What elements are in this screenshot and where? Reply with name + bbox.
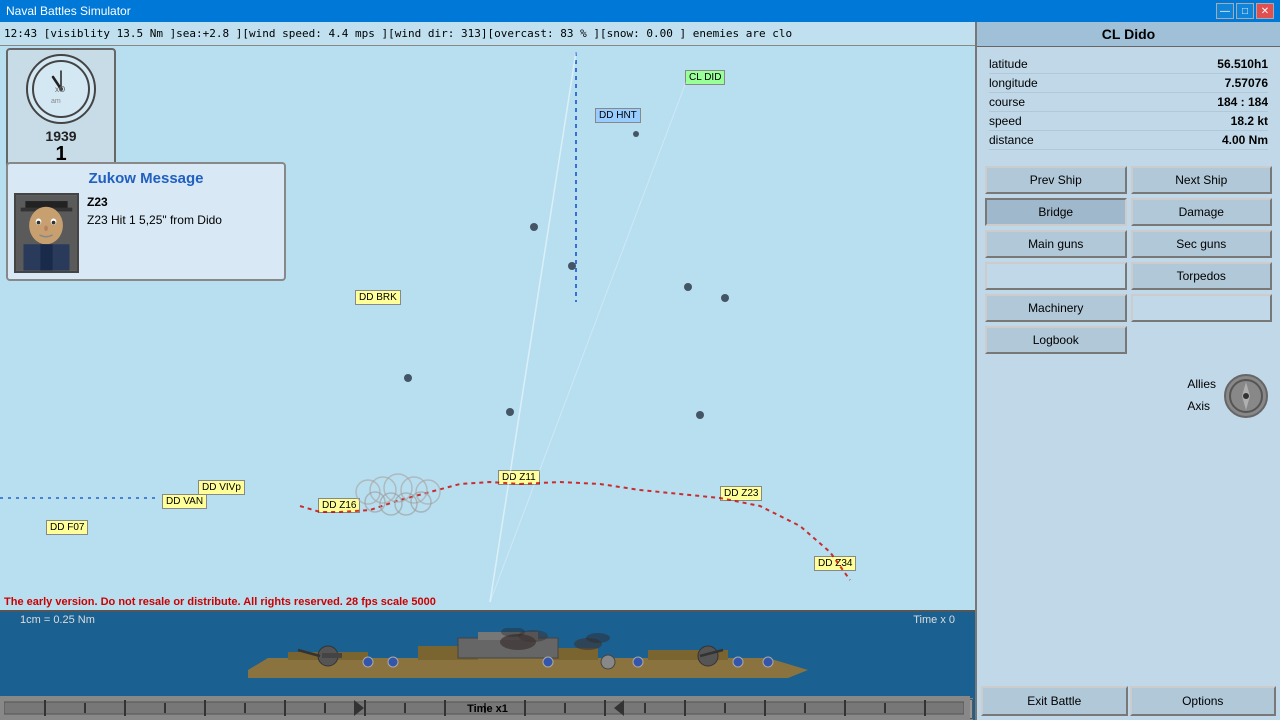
latitude-value: 56.510h1 [1217,57,1268,71]
logbook-button[interactable]: Logbook [985,326,1127,354]
titlebar-controls: — □ ✕ [1216,3,1274,19]
zukow-message: Z23 Hit 1 5,25" from Dido [87,211,222,229]
minimize-button[interactable]: — [1216,3,1234,19]
stat-longitude: longitude 7.57076 [989,74,1268,93]
next-ship-button[interactable]: Next Ship [1131,166,1273,194]
titlebar: Naval Battles Simulator — □ ✕ [0,0,1280,22]
ship-label-dd-hnt[interactable]: DD HNT [595,108,641,123]
close-button[interactable]: ✕ [1256,3,1274,19]
titlebar-title: Naval Battles Simulator [6,4,131,18]
zukow-ship-name: Z23 [87,193,222,211]
main-layout: 12:43 [visiblity 13.5 Nm ]sea:+2.8 ][win… [0,22,1280,720]
time-label: Time x 0 [913,614,955,626]
ship-label-dd-z34[interactable]: DD Z34 [814,556,856,571]
svg-text:am: am [51,98,61,105]
damage-button[interactable]: Damage [1131,198,1273,226]
empty-slot-3 [1131,326,1273,354]
machinery-button[interactable]: Machinery [985,294,1127,322]
main-guns-button[interactable]: Main guns [985,230,1127,258]
zukow-text: Z23 Z23 Hit 1 5,25" from Dido [87,193,222,229]
clock-svg: xO am [31,59,91,119]
empty-slot-2 [1131,294,1273,322]
speed-label: speed [989,114,1022,128]
ship-view [168,628,808,698]
options-button[interactable]: Options [1130,686,1277,716]
ship-label-dd-vivp[interactable]: DD VIVp [198,480,245,495]
axis-label: Axis [1187,396,1216,418]
maximize-button[interactable]: □ [1236,3,1254,19]
prev-ship-button[interactable]: Prev Ship [985,166,1127,194]
speed-value: 18.2 kt [1231,114,1268,128]
map-container[interactable]: 12:43 [visiblity 13.5 Nm ]sea:+2.8 ][win… [0,22,975,720]
copyright-text: The early version. Do not resale or dist… [4,596,436,608]
contacts-svg [0,22,970,602]
svg-text:xO: xO [55,85,65,94]
zukow-panel: Zukow Message [6,162,286,281]
allies-label: Allies [1187,374,1216,396]
allies-axis-labels: Allies Axis [1187,374,1216,417]
status-bar: 12:43 [visiblity 13.5 Nm ]sea:+2.8 ][win… [0,22,975,46]
zukow-avatar [14,193,79,273]
sec-guns-button[interactable]: Sec guns [1131,230,1273,258]
longitude-value: 7.57076 [1225,76,1268,90]
ship-label-dd-z11[interactable]: DD Z11 [498,470,540,485]
bottom-labels: 1cm = 0.25 Nm Time x 0 [0,612,975,628]
right-panel: CL Dido latitude 56.510h1 longitude 7.57… [975,22,1280,720]
stat-distance: distance 4.00 Nm [989,131,1268,150]
ship-label-dd-z23[interactable]: DD Z23 [720,486,762,501]
clock-year: 1939 [16,128,106,144]
course-value: 184 : 184 [1217,95,1268,109]
time-label: Time x1 [467,703,508,715]
clock-face: xO am [26,54,96,124]
compass [1224,374,1268,418]
latitude-label: latitude [989,57,1028,71]
empty-slot [985,262,1127,290]
status-text: 12:43 [visiblity 13.5 Nm ]sea:+2.8 ][win… [4,27,792,40]
longitude-label: longitude [989,76,1038,90]
ship-label-cl-did[interactable]: CL DID [685,70,725,85]
distance-label: distance [989,133,1034,147]
ship-label-dd-f07[interactable]: DD F07 [46,520,88,535]
ship-label-dd-brk[interactable]: DD BRK [355,290,401,305]
ship-label-dd-van[interactable]: DD VAN [162,494,207,509]
distance-value: 4.00 Nm [1222,133,1268,147]
stat-course: course 184 : 184 [989,93,1268,112]
stat-speed: speed 18.2 kt [989,112,1268,131]
bottom-right-buttons: Exit Battle Options [977,682,1280,720]
trajectory-svg [0,22,970,602]
exit-battle-button[interactable]: Exit Battle [981,686,1128,716]
ship-stats: latitude 56.510h1 longitude 7.57076 cour… [977,47,1280,158]
zukow-title: Zukow Message [14,170,278,187]
clock-day: 1 [16,144,106,164]
ship-info-header: CL Dido [977,22,1280,47]
allies-axis-section: Allies Axis [977,362,1280,430]
scale-label: 1cm = 0.25 Nm [20,614,95,626]
course-label: course [989,95,1025,109]
stat-latitude: latitude 56.510h1 [989,55,1268,74]
ship-buttons: Prev Ship Next Ship Bridge Damage Main g… [977,158,1280,362]
smoke-effect [328,452,468,537]
zukow-content: Z23 Z23 Hit 1 5,25" from Dido [14,193,278,273]
torpedos-button[interactable]: Torpedos [1131,262,1273,290]
bridge-button[interactable]: Bridge [985,198,1127,226]
right-spacer [977,430,1280,682]
